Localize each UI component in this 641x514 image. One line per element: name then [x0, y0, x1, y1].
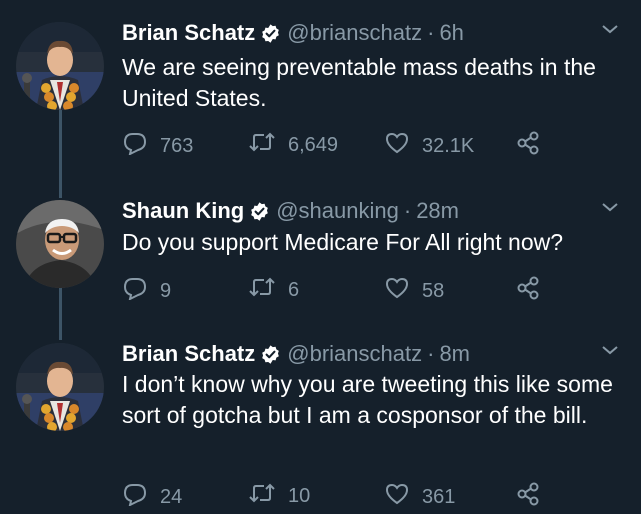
- author-name[interactable]: Shaun King: [122, 198, 244, 224]
- tweet-timestamp[interactable]: 28m: [416, 198, 459, 224]
- share-button[interactable]: [516, 131, 554, 161]
- avatar[interactable]: [16, 343, 104, 431]
- chevron-down-icon[interactable]: [601, 343, 619, 361]
- verified-badge-icon: [260, 23, 281, 44]
- reply-icon: [122, 131, 160, 161]
- retweet-icon: [248, 482, 288, 510]
- verified-badge-icon: [249, 201, 270, 222]
- verified-badge-icon: [260, 344, 281, 365]
- chevron-down-icon[interactable]: [601, 22, 619, 40]
- separator-dot: ·: [427, 341, 435, 366]
- like-icon: [384, 131, 422, 161]
- share-button[interactable]: [516, 482, 554, 512]
- share-button[interactable]: [516, 276, 554, 306]
- like-count: 361: [422, 485, 456, 508]
- reply-icon: [122, 276, 160, 306]
- retweet-icon: [248, 276, 288, 304]
- reply-icon: [122, 482, 160, 512]
- retweet-count: 6,649: [288, 133, 339, 156]
- author-handle[interactable]: @shaunking: [276, 198, 399, 224]
- chevron-down-icon[interactable]: [601, 200, 619, 218]
- retweet-count: 6: [288, 278, 300, 301]
- tweet-actions: 9 6 58: [122, 276, 622, 306]
- tweet[interactable]: Brian Schatz @brianschatz · 8m I don’t k…: [0, 339, 641, 514]
- share-icon: [516, 482, 554, 512]
- like-button[interactable]: 32.1K: [384, 131, 474, 161]
- reply-count: 9: [160, 279, 172, 302]
- separator-dot: ·: [427, 20, 435, 45]
- avatar[interactable]: [16, 22, 104, 110]
- like-button[interactable]: 58: [384, 276, 444, 306]
- author-handle[interactable]: @brianschatz: [287, 341, 422, 367]
- share-icon: [516, 276, 554, 306]
- tweet-actions: 763 6,649 32.1K: [122, 131, 622, 161]
- like-count: 32.1K: [422, 134, 475, 157]
- tweet-text: Do you support Medicare For All right no…: [122, 229, 564, 255]
- author-handle[interactable]: @brianschatz: [287, 20, 422, 46]
- tweet-text: I don’t know why you are tweeting this l…: [122, 371, 613, 428]
- reply-button[interactable]: 24: [122, 482, 182, 512]
- tweet-actions: 24 10 361: [122, 482, 622, 512]
- retweet-icon: [248, 131, 288, 159]
- avatar[interactable]: [16, 200, 104, 288]
- reply-count: 763: [160, 134, 194, 157]
- retweet-button[interactable]: 10: [248, 482, 310, 510]
- like-icon: [384, 482, 422, 512]
- share-icon: [516, 131, 554, 161]
- tweet[interactable]: Shaun King @shaunking · 28m Do you suppo…: [0, 196, 641, 306]
- reply-button[interactable]: 763: [122, 131, 193, 161]
- reply-count: 24: [160, 485, 183, 508]
- retweet-count: 10: [288, 484, 311, 507]
- tweet-timestamp[interactable]: 8m: [439, 341, 470, 367]
- like-count: 58: [422, 279, 445, 302]
- retweet-button[interactable]: 6: [248, 276, 299, 304]
- retweet-button[interactable]: 6,649: [248, 131, 338, 159]
- author-name[interactable]: Brian Schatz: [122, 341, 255, 367]
- tweet[interactable]: Brian Schatz @brianschatz · 6h We are se…: [0, 18, 641, 168]
- tweet-text: We are seeing preventable mass deaths in…: [122, 54, 596, 111]
- reply-button[interactable]: 9: [122, 276, 171, 306]
- separator-dot: ·: [403, 198, 412, 223]
- like-button[interactable]: 361: [384, 482, 455, 512]
- author-name[interactable]: Brian Schatz: [122, 20, 255, 46]
- tweet-timestamp[interactable]: 6h: [439, 20, 463, 46]
- like-icon: [384, 276, 422, 306]
